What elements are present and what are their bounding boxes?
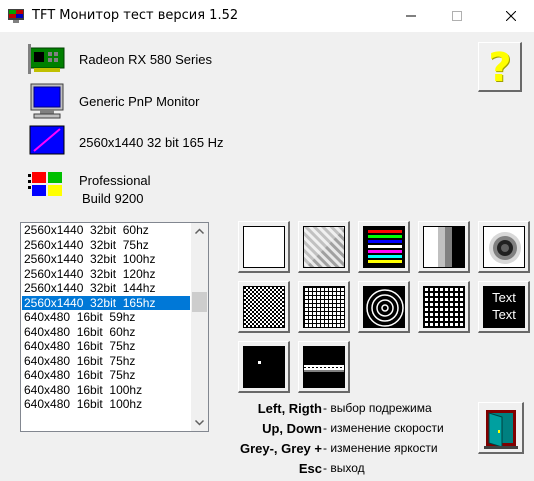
mode-list-scrollbar[interactable] — [191, 223, 208, 431]
exit-door-icon — [484, 410, 518, 449]
key-legend-row: Grey-, Grey + - изменение яркости — [210, 441, 470, 461]
focus-circle-test-button[interactable] — [478, 221, 530, 273]
mode-list-item[interactable]: 2560x1440 32bit 100hz — [22, 252, 190, 267]
display-mode-icon — [28, 125, 66, 161]
rings-icon — [363, 286, 405, 328]
mode-list-item[interactable]: 2560x1440 32bit 75hz — [22, 238, 190, 253]
color-bars-test-button[interactable] — [358, 221, 410, 273]
mode-list-item[interactable]: 640x480 16bit 75hz — [22, 339, 190, 354]
mode-list-item[interactable]: 640x480 16bit 59hz — [22, 310, 190, 325]
grayscale-bars-icon — [423, 226, 465, 268]
checkerboard-icon — [243, 286, 285, 328]
key-legend-row: Esc - выход — [210, 461, 470, 481]
grid-test-button[interactable] — [298, 281, 350, 333]
window-title: TFT Монитор тест версия 1.52 — [32, 8, 239, 23]
mode-list-item[interactable]: 2560x1440 32bit 120hz — [22, 267, 190, 282]
help-label: ? — [488, 45, 512, 91]
key-description: - изменение скорости — [323, 421, 444, 435]
mode-list-item[interactable]: 640x480 16bit 100hz — [22, 397, 190, 412]
mode-list[interactable]: 2560x1440 32bit 60hz 2560x1440 32bit 75hz… — [20, 222, 209, 432]
white-screen-icon — [243, 226, 285, 268]
mode-list-item[interactable]: 640x480 16bit 75hz — [22, 368, 190, 383]
mode-list-item[interactable]: 640x480 16bit 75hz — [22, 354, 190, 369]
windows-logo-icon — [28, 168, 66, 204]
monitor-icon — [28, 83, 66, 119]
dot-grid-icon — [423, 286, 465, 328]
text-sample-line1: Text — [492, 290, 516, 305]
scroll-up-button[interactable] — [191, 223, 208, 240]
gradient-test-button[interactable] — [298, 221, 350, 273]
title-bar: TFT Монитор тест версия 1.52 — [0, 0, 534, 32]
diagonal-gradient-icon — [303, 226, 345, 268]
close-button[interactable] — [488, 0, 534, 32]
key-name: Grey-, Grey + — [239, 441, 322, 456]
moving-line-test-button[interactable] — [298, 341, 350, 393]
scroll-down-button[interactable] — [191, 414, 208, 431]
os-build: Build 9200 — [82, 191, 144, 206]
minimize-icon — [406, 15, 416, 17]
key-name: Left, Rigth — [257, 401, 322, 416]
text-sample-icon: Text Text — [483, 286, 525, 328]
close-icon — [506, 11, 516, 21]
single-pixel-icon — [243, 346, 285, 388]
dead-pixel-test-button[interactable] — [238, 341, 290, 393]
white-screen-test-button[interactable] — [238, 221, 290, 273]
monitor-app-icon — [8, 9, 24, 23]
main-panel: Radeon RX 580 Series Generic PnP Monitor… — [0, 32, 534, 481]
key-description: - выбор подрежима — [323, 401, 432, 415]
mode-list-item[interactable]: 2560x1440 32bit 60hz — [22, 223, 190, 238]
rings-test-button[interactable] — [358, 281, 410, 333]
maximize-button[interactable] — [434, 0, 480, 32]
text-test-button[interactable]: Text Text — [478, 281, 530, 333]
grayscale-test-button[interactable] — [418, 221, 470, 273]
checkerboard-test-button[interactable] — [238, 281, 290, 333]
grid-icon — [303, 286, 345, 328]
mode-list-items: 2560x1440 32bit 60hz 2560x1440 32bit 75hz… — [22, 223, 190, 412]
current-mode: 2560x1440 32 bit 165 Hz — [79, 135, 224, 150]
key-legend-row: Left, Rigth - выбор подрежима — [210, 401, 470, 421]
color-stripes-icon — [363, 226, 405, 268]
dot-grid-test-button[interactable] — [418, 281, 470, 333]
mode-list-item[interactable]: 640x480 16bit 60hz — [22, 325, 190, 340]
maximize-icon — [452, 11, 462, 21]
scrolling-line-icon — [303, 346, 345, 388]
text-sample-line2: Text — [492, 307, 516, 322]
mode-list-item[interactable]: 2560x1440 32bit 144hz — [22, 281, 190, 296]
minimize-button[interactable] — [388, 0, 434, 32]
os-edition: Professional — [79, 173, 151, 188]
mode-list-item[interactable]: 640x480 16bit 100hz — [22, 383, 190, 398]
key-legend-row: Up, Down - изменение скорости — [210, 421, 470, 441]
exit-button[interactable] — [478, 402, 524, 454]
chevron-up-icon — [194, 228, 205, 235]
help-button[interactable]: ? — [478, 42, 522, 92]
gpu-name: Radeon RX 580 Series — [79, 52, 212, 67]
chevron-down-icon — [194, 419, 205, 426]
monitor-name: Generic PnP Monitor — [79, 94, 200, 109]
key-description: - выход — [323, 461, 365, 475]
scroll-thumb[interactable] — [192, 292, 207, 312]
graphics-card-icon — [28, 44, 66, 80]
key-description: - изменение яркости — [323, 441, 438, 455]
key-name: Esc — [298, 461, 322, 476]
key-name: Up, Down — [262, 421, 322, 436]
mode-list-item[interactable]: 2560x1440 32bit 165hz — [22, 295, 190, 310]
concentric-circle-icon — [483, 226, 525, 268]
